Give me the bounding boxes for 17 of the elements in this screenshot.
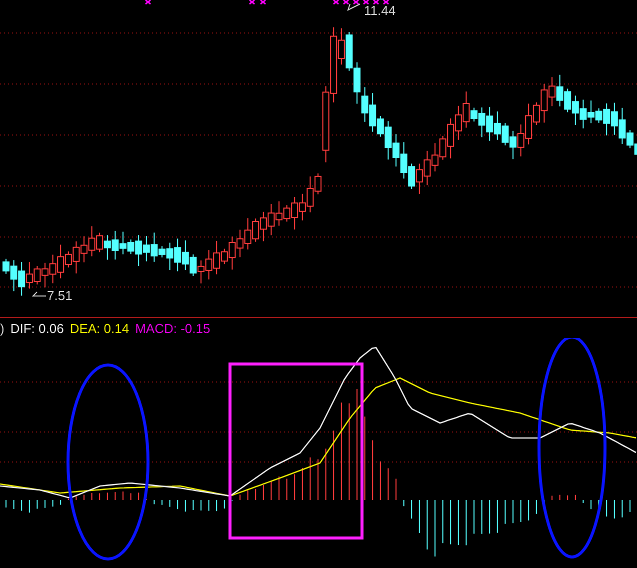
low-price-label: 7.51	[47, 289, 72, 303]
leader-line	[347, 4, 360, 11]
cross-marker-icon	[249, 0, 255, 5]
indicator-value: MACD: -0.15	[135, 320, 210, 336]
cross-marker-icon	[373, 0, 379, 5]
indicator-value: DIF: 0.06	[10, 320, 64, 336]
high-price-label: 11.44	[364, 4, 396, 18]
cross-marker-icon	[363, 0, 369, 5]
cross-marker-icon	[353, 0, 359, 5]
cross-marker-icon	[333, 0, 339, 5]
cross-marker-icon	[260, 0, 266, 5]
cross-marker-icon	[383, 0, 389, 5]
legend-bracket: )	[0, 320, 4, 336]
indicator-value: DEA: 0.14	[70, 320, 130, 336]
leader-line	[32, 292, 46, 296]
cross-marker-icon	[145, 0, 151, 5]
cross-marker-icon	[343, 0, 349, 5]
